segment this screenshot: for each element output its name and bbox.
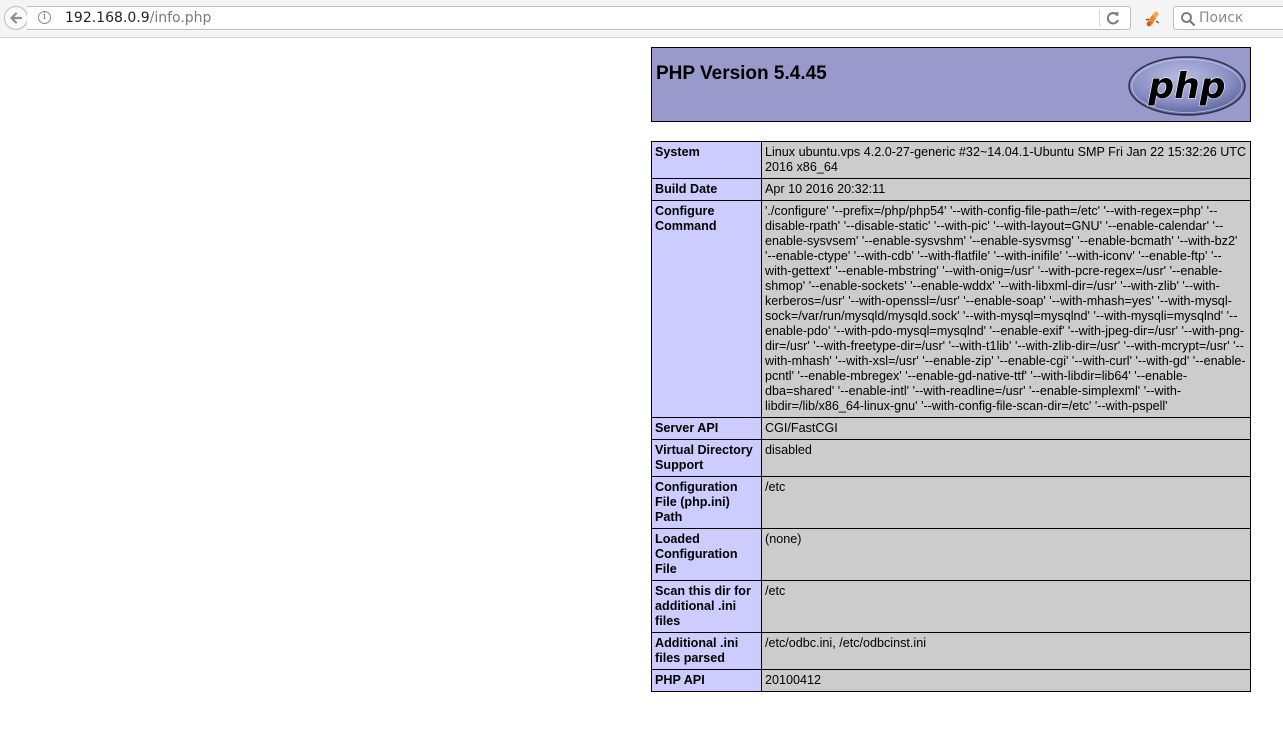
table-row: Loaded Configuration File (none): [651, 528, 1251, 581]
phpinfo-content: PHP Version 5.4.45 php System Linux ubunt…: [651, 47, 1251, 692]
reload-icon[interactable]: [1104, 9, 1122, 27]
row-value: (none): [761, 528, 1251, 581]
site-info-icon[interactable]: i: [38, 11, 51, 24]
phpinfo-table: System Linux ubuntu.vps 4.2.0-27-generic …: [651, 141, 1251, 692]
search-box[interactable]: Поиск: [1173, 6, 1283, 30]
row-value: /etc/odbc.ini, /etc/odbcinst.ini: [761, 632, 1251, 670]
row-value: /etc: [761, 476, 1251, 529]
back-arrow-icon: [10, 12, 23, 24]
row-label: Configure Command: [651, 200, 762, 418]
row-label: Loaded Configuration File: [651, 528, 762, 581]
row-value: Linux ubuntu.vps 4.2.0-27-generic #32~14…: [761, 141, 1251, 179]
url-text[interactable]: 192.168.0.9/info.php: [65, 10, 211, 26]
row-value: './configure' '--prefix=/php/php54' '--w…: [761, 200, 1251, 418]
row-label: Build Date: [651, 178, 762, 201]
row-value: 20100412: [761, 669, 1251, 692]
php-version-header: PHP Version 5.4.45 php: [651, 47, 1251, 122]
page-title: PHP Version 5.4.45: [656, 63, 827, 84]
row-value: /etc: [761, 580, 1251, 633]
row-label: Server API: [651, 417, 762, 440]
php-logo[interactable]: php: [1127, 55, 1247, 117]
search-placeholder: Поиск: [1199, 10, 1244, 26]
table-row: System Linux ubuntu.vps 4.2.0-27-generic …: [651, 141, 1251, 179]
table-row: Build Date Apr 10 2016 20:32:11: [651, 178, 1251, 201]
url-host: 192.168.0.9: [65, 10, 150, 26]
row-label: Configuration File (php.ini) Path: [651, 476, 762, 529]
table-row: Additional .ini files parsed/etc/odbc.in…: [651, 632, 1251, 670]
table-row: Configure Command './configure' '--prefix…: [651, 200, 1251, 418]
url-path: /info.php: [149, 10, 212, 26]
search-icon: [1181, 12, 1195, 26]
row-label: Additional .ini files parsed: [651, 632, 762, 670]
row-value: disabled: [761, 439, 1251, 477]
table-row: Configuration File (php.ini) Path/etc: [651, 476, 1251, 529]
row-label: System: [651, 141, 762, 179]
url-separator: [1099, 10, 1100, 26]
table-row: Server API CGI/FastCGI: [651, 417, 1251, 440]
table-row: Scan this dir for additional .ini files /…: [651, 580, 1251, 633]
addon-icon[interactable]: [1143, 9, 1163, 29]
row-label: PHP API: [651, 669, 762, 692]
table-row: Virtual Directory Support disabled: [651, 439, 1251, 477]
php-logo-text: php: [1147, 66, 1225, 107]
row-label: Virtual Directory Support: [651, 439, 762, 477]
table-row: PHP API 20100412: [651, 669, 1251, 692]
row-value: Apr 10 2016 20:32:11: [761, 178, 1251, 201]
row-value: CGI/FastCGI: [761, 417, 1251, 440]
browser-toolbar: i 192.168.0.9/info.php Поиск: [0, 0, 1283, 38]
address-bar[interactable]: i 192.168.0.9/info.php: [27, 6, 1131, 30]
row-label: Scan this dir for additional .ini files: [651, 580, 762, 633]
back-button[interactable]: [4, 6, 28, 30]
phpinfo-table-body: System Linux ubuntu.vps 4.2.0-27-generic …: [651, 141, 1251, 692]
